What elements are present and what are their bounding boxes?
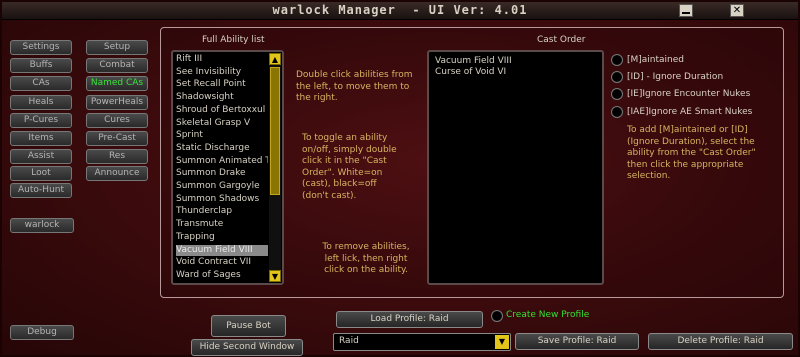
nav-named-cas-button[interactable]: Named CAs (86, 76, 148, 91)
nav-pre-cast-button[interactable]: Pre-Cast (86, 131, 148, 146)
nav-heals-button[interactable]: Heals (10, 95, 72, 110)
close-icon: ✕ (732, 5, 742, 16)
ability-list-item[interactable]: Summon Animated T (176, 156, 268, 167)
ability-list-item[interactable]: Rift III (176, 54, 268, 65)
ability-list-item[interactable]: Sprint (176, 130, 268, 141)
ability-list-item[interactable]: Summon Drake (176, 168, 268, 179)
help-remove-text: To remove abilities, left lick, then rig… (322, 242, 410, 275)
profile-select-value: Raid (339, 336, 359, 346)
ability-list-item[interactable]: Skeletal Grasp V (176, 118, 268, 129)
nav-loot-button[interactable]: Loot (10, 166, 72, 181)
ability-list-item[interactable]: Void Contract VII (176, 257, 268, 268)
nav-cures-button[interactable]: Cures (86, 113, 148, 128)
close-button[interactable]: ✕ (730, 4, 744, 17)
nav-auto-hunt-button[interactable]: Auto-Hunt (10, 183, 72, 198)
scroll-thumb[interactable] (270, 67, 280, 195)
profile-select[interactable]: Raid ▼ (333, 333, 511, 351)
ignore-encounter-label: [IE]Ignore Encounter Nukes (627, 89, 751, 99)
minimize-icon (682, 12, 690, 14)
pause-bot-button[interactable]: Pause Bot (211, 315, 286, 337)
ability-list-item[interactable]: Summon Gargoyle (176, 181, 268, 192)
ignore-encounter-radio[interactable] (611, 88, 623, 100)
nav-settings-button[interactable]: Settings (10, 40, 72, 55)
cast-order-item[interactable]: Curse of Void VI (435, 67, 506, 77)
maintained-radio[interactable] (611, 54, 623, 66)
nav-setup-button[interactable]: Setup (86, 40, 148, 55)
nav-cas-button[interactable]: CAs (10, 76, 72, 91)
nav-p-cures-button[interactable]: P-Cures (10, 113, 72, 128)
ignore-ae-label: [IAE]Ignore AE Smart Nukes (627, 107, 753, 117)
ability-list-item[interactable]: Trapping (176, 232, 268, 243)
create-new-profile-label: Create New Profile (506, 310, 590, 320)
ability-list-item[interactable]: Ward of Sages (176, 270, 268, 281)
save-profile-button[interactable]: Save Profile: Raid (515, 333, 639, 350)
scroll-down-arrow-icon[interactable]: ▼ (269, 270, 281, 282)
ability-list-item[interactable]: Set Recall Point (176, 79, 268, 90)
nav-combat-button[interactable]: Combat (86, 58, 148, 73)
hide-second-window-button[interactable]: Hide Second Window (191, 339, 303, 356)
ignore-ae-radio[interactable] (611, 106, 623, 118)
minimize-button[interactable] (679, 4, 693, 17)
ignore-duration-label: [ID] - Ignore Duration (627, 72, 724, 82)
cast-order-list[interactable]: Vacuum Field VIII Curse of Void VI (427, 50, 604, 285)
help-modifiers-text: To add [M]aintained or [ID] (Ignore Dura… (627, 125, 756, 181)
ability-list-item[interactable]: Shadowsight (176, 92, 268, 103)
create-new-profile-radio[interactable] (491, 310, 503, 322)
ability-list-item[interactable]: Transmute (176, 219, 268, 230)
ability-list-item[interactable]: Thunderclap (176, 206, 268, 217)
cast-order-header: Cast Order (537, 35, 586, 45)
nav-res-button[interactable]: Res (86, 149, 148, 164)
dropdown-arrow-icon[interactable]: ▼ (495, 335, 509, 349)
help-move-text: Double click abilities from the left, to… (296, 70, 413, 103)
nav-powerheals-button[interactable]: PowerHeals (86, 95, 148, 110)
ability-list-item[interactable]: Shroud of Bertoxxul (176, 105, 268, 116)
nav-buffs-button[interactable]: Buffs (10, 58, 72, 73)
character-button[interactable]: warlock (10, 218, 74, 233)
scroll-up-arrow-icon[interactable]: ▲ (269, 53, 281, 65)
ability-list-scrollbar[interactable]: ▲ ▼ (269, 53, 281, 282)
nav-items-button[interactable]: Items (10, 131, 72, 146)
ability-list-item[interactable]: Static Discharge (176, 143, 268, 154)
cast-order-item[interactable]: Vacuum Field VIII (435, 56, 512, 66)
ability-list[interactable]: Rift III See Invisibility Set Recall Point… (171, 50, 284, 285)
ability-list-header: Full Ability list (202, 35, 265, 45)
nav-announce-button[interactable]: Announce (86, 166, 148, 181)
maintained-label: [M]aintained (627, 55, 685, 65)
nav-assist-button[interactable]: Assist (10, 149, 72, 164)
help-toggle-text: To toggle an ability on/off, simply doub… (302, 133, 397, 201)
load-profile-button[interactable]: Load Profile: Raid (336, 311, 483, 328)
ability-list-item[interactable]: Summon Shadows (176, 194, 268, 205)
ignore-duration-radio[interactable] (611, 71, 623, 83)
title-bar[interactable]: warlock Manager - UI Ver: 4.01 ✕ (2, 2, 798, 20)
delete-profile-button[interactable]: Delete Profile: Raid (648, 333, 793, 350)
ability-list-item[interactable]: Vacuum Field VIII (176, 244, 268, 256)
debug-button[interactable]: Debug (10, 325, 74, 340)
warlock-manager-window: warlock Manager - UI Ver: 4.01 ✕ Setting… (0, 0, 800, 357)
ability-list-item[interactable]: See Invisibility (176, 67, 268, 78)
